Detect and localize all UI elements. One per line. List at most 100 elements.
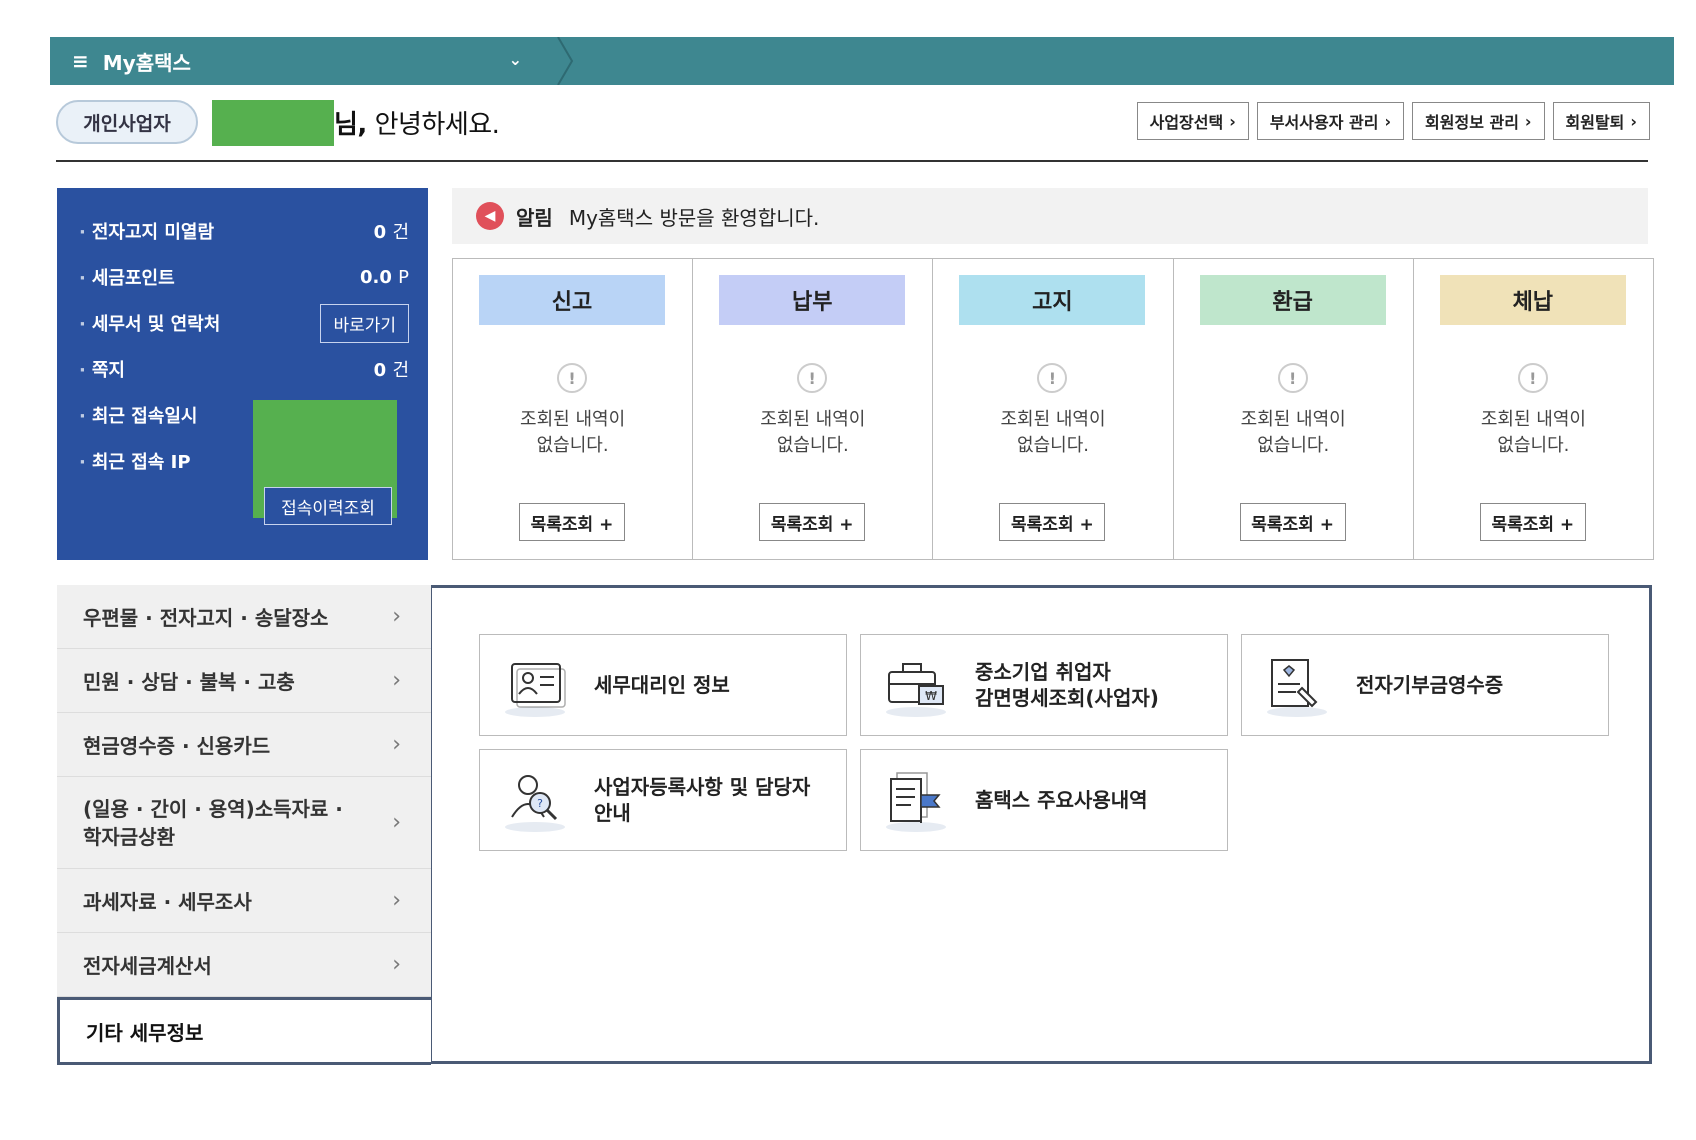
empty-message: 조회된 내역이 없습니다. (520, 409, 626, 456)
withdraw-button[interactable]: 회원탈퇴 › (1552, 102, 1650, 140)
person-search-icon: ? (505, 775, 565, 832)
info-icon: ! (557, 363, 587, 393)
chevron-right-icon: › (1524, 111, 1532, 131)
chevron-right-icon: › (392, 809, 401, 835)
info-label: 최근 접속 IP (79, 448, 191, 474)
tile-label: 세무대리인 정보 (594, 673, 730, 697)
info-row-points[interactable]: 세금포인트 0.0 P (79, 262, 409, 292)
list-view-button[interactable]: 목록조회 + (759, 503, 866, 541)
status-card: 신고 ! 조회된 내역이 없습니다. 목록조회 + (453, 259, 694, 559)
info-value: 0 건 (373, 360, 409, 381)
status-pill-arrears[interactable]: 체납 (1439, 275, 1626, 325)
greeting-suffix: 님, (334, 110, 367, 140)
briefcase-won-icon: ₩ (886, 663, 946, 717)
chevron-down-icon: ⌄ (508, 50, 522, 69)
chevron-right-icon: › (392, 668, 401, 693)
donation-receipt-icon (1267, 659, 1327, 717)
info-label: 세금포인트 (79, 264, 175, 290)
info-icon: ! (797, 363, 828, 393)
info-row-tax-office: 세무서 및 연락처 바로가기 (79, 303, 409, 343)
info-icon: ! (1277, 363, 1308, 393)
header-divider (56, 160, 1648, 162)
chevron-right-icon: › (1630, 111, 1637, 131)
breadcrumb-separator-icon (557, 37, 574, 85)
my-hometax-menu-button[interactable]: ≡ My홈택스 ⌄ (50, 37, 560, 85)
status-card: 환급 ! 조회된 내역이 없습니다. 목록조회 + (1174, 259, 1414, 559)
chevron-right-icon: › (392, 732, 401, 757)
side-menu: 우편물 · 전자고지 · 송달장소 › 민원 · 상담 · 불복 · 고충 › 현금… (57, 585, 431, 1065)
svg-text:₩: ₩ (925, 689, 937, 703)
greeting-text: 안녕하세요. (366, 110, 500, 140)
info-row-unread[interactable]: 전자고지 미열람 0 건 (79, 216, 409, 246)
sidemenu-label: 민원 · 상담 · 불복 · 고충 (83, 670, 295, 694)
link-label: 사업장선택 (1149, 113, 1224, 132)
select-workplace-button[interactable]: 사업장선택 › (1136, 102, 1249, 140)
info-label: 전자고지 미열람 (79, 218, 214, 244)
sidemenu-label: 과세자료 · 세무조사 (83, 890, 252, 914)
empty-message: 조회된 내역이 없습니다. (760, 409, 866, 456)
sidemenu-item-income[interactable]: (일용 · 간이 · 용역)소득자료 · 학자금상환 › (57, 777, 431, 869)
redacted-username (212, 100, 334, 146)
menu-label: My홈택스 (102, 50, 191, 75)
sidemenu-label: (일용 · 간이 · 용역)소득자료 · 학자금상환 (83, 796, 343, 849)
link-label: 회원탈퇴 (1565, 113, 1625, 132)
empty-message: 조회된 내역이 없습니다. (1480, 409, 1586, 456)
greeting: 님, 안녕하세요. (334, 104, 500, 141)
chevron-right-icon: › (392, 604, 401, 629)
svg-text:?: ? (537, 797, 543, 810)
info-label: 세무서 및 연락처 (79, 310, 220, 336)
status-pill-payment[interactable]: 납부 (719, 275, 906, 325)
sidemenu-item-tax-data[interactable]: 과세자료 · 세무조사 › (57, 869, 431, 933)
hometax-usage-tile[interactable]: 홈택스 주요사용내역 (860, 749, 1228, 851)
member-info-button[interactable]: 회원정보 관리 › (1412, 102, 1545, 140)
sidemenu-item-other-tax-info[interactable]: 기타 세무정보 (57, 997, 431, 1065)
status-card: 고지 ! 조회된 내역이 없습니다. 목록조회 + (933, 259, 1174, 559)
empty-message: 조회된 내역이 없습니다. (1000, 409, 1106, 456)
info-icon: ! (1037, 363, 1068, 393)
id-card-icon (505, 663, 566, 717)
document-flag-icon (886, 772, 946, 832)
content-panel: 세무대리인 정보 ₩ 중소기업 취업자 감면명세조회(사업자) 전자기부금영수증 (429, 585, 1652, 1064)
list-view-button[interactable]: 목록조회 + (1239, 503, 1346, 541)
user-info-panel: 전자고지 미열람 0 건 세금포인트 0.0 P 세무서 및 연락처 바로가기 … (57, 188, 428, 560)
sidemenu-item-receipt[interactable]: 현금영수증 · 신용카드 › (57, 713, 431, 777)
department-user-button[interactable]: 부서사용자 관리 › (1256, 102, 1405, 140)
login-history-button[interactable]: 접속이력조회 (264, 487, 392, 525)
tax-agent-info-tile[interactable]: 세무대리인 정보 (479, 634, 847, 736)
business-registration-tile[interactable]: ? 사업자등록사항 및 담당자 안내 (479, 749, 847, 851)
sidemenu-label: 전자세금계산서 (83, 954, 212, 978)
status-pill-notice[interactable]: 고지 (959, 275, 1146, 325)
status-card: 체납 ! 조회된 내역이 없습니다. 목록조회 + (1414, 259, 1653, 559)
tile-label: 전자기부금영수증 (1356, 673, 1504, 697)
tile-label: 홈택스 주요사용내역 (975, 788, 1148, 812)
info-row-last-login: 최근 접속일시 (79, 400, 259, 430)
status-pill-refund[interactable]: 환급 (1199, 275, 1386, 325)
sidemenu-label: 우편물 · 전자고지 · 송달장소 (83, 606, 329, 630)
status-pill-report[interactable]: 신고 (479, 275, 665, 325)
list-view-button[interactable]: 목록조회 + (1479, 503, 1586, 541)
hamburger-icon: ≡ (72, 49, 89, 73)
sidemenu-item-civil[interactable]: 민원 · 상담 · 불복 · 고충 › (57, 649, 431, 713)
goto-button[interactable]: 바로가기 (320, 303, 409, 343)
sme-employee-tile[interactable]: ₩ 중소기업 취업자 감면명세조회(사업자) (860, 634, 1228, 736)
info-label: 쪽지 (79, 356, 125, 382)
info-value: 0 건 (373, 222, 409, 243)
status-summary: 신고 ! 조회된 내역이 없습니다. 목록조회 + 납부 ! 조회된 내역이 없… (452, 258, 1654, 560)
link-label: 부서사용자 관리 (1269, 113, 1379, 132)
sidemenu-item-e-invoice[interactable]: 전자세금계산서 › (57, 933, 431, 997)
donation-receipt-tile[interactable]: 전자기부금영수증 (1241, 634, 1609, 736)
sidemenu-label: 기타 세무정보 (86, 1020, 204, 1045)
link-label: 회원정보 관리 (1425, 113, 1519, 132)
notice-tag: 알림 (516, 205, 553, 230)
status-card: 납부 ! 조회된 내역이 없습니다. 목록조회 + (693, 259, 934, 559)
tile-label: 사업자등록사항 및 담당자 안내 (594, 775, 811, 825)
notice-bar: ◀ 알림 My홈택스 방문을 환영합니다. (452, 188, 1648, 244)
info-row-messages[interactable]: 쪽지 0 건 (79, 354, 409, 384)
sidemenu-item-mail[interactable]: 우편물 · 전자고지 · 송달장소 › (57, 585, 431, 649)
list-view-button[interactable]: 목록조회 + (519, 503, 625, 541)
list-view-button[interactable]: 목록조회 + (999, 503, 1106, 541)
user-type-badge: 개인사업자 (56, 100, 198, 144)
info-value: 0.0 P (359, 266, 409, 288)
chevron-right-icon: › (392, 888, 401, 913)
chevron-right-icon: › (1384, 111, 1392, 131)
